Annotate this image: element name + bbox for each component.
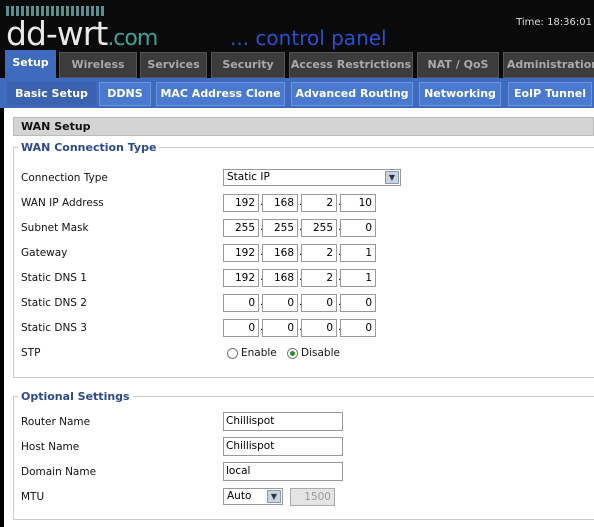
subtab-ddns[interactable]: DDNS <box>99 82 151 106</box>
ip-octet[interactable]: 255 <box>301 219 337 237</box>
subtab-networking[interactable]: Networking <box>419 82 501 106</box>
ip-octet[interactable]: 255 <box>223 219 259 237</box>
chevron-down-icon: ▼ <box>385 171 399 184</box>
ip-octet[interactable]: 0 <box>262 319 298 337</box>
ip-octet[interactable]: 0 <box>301 294 337 312</box>
domain-name-label: Domain Name <box>21 466 97 478</box>
tab-wireless[interactable]: Wireless <box>59 52 137 78</box>
connection-type-select[interactable]: Static IP ▼ <box>223 169 401 186</box>
host-name-label: Host Name <box>21 441 80 453</box>
stp-enable-radio[interactable]: Enable <box>227 344 277 362</box>
ip-octet[interactable]: 1 <box>340 269 376 287</box>
chevron-down-icon: ▼ <box>267 490 281 503</box>
ip-octet[interactable]: 0 <box>340 319 376 337</box>
dns2-label: Static DNS 2 <box>21 297 87 309</box>
wan-ip-label: WAN IP Address <box>21 197 104 209</box>
router-name-input[interactable]: Chillispot <box>223 412 343 431</box>
subnet-mask-label: Subnet Mask <box>21 222 89 234</box>
time-display: Time: 18:36:01 <box>516 17 592 28</box>
subtab-bar: Basic Setup DDNS MAC Address Clone Advan… <box>0 78 594 108</box>
radio-icon <box>227 347 238 359</box>
tab-nat-qos[interactable]: NAT / QoS <box>417 52 499 78</box>
control-panel-title: ... control panel <box>230 26 387 50</box>
dns1-label: Static DNS 1 <box>21 272 87 284</box>
ip-octet[interactable]: 0 <box>340 294 376 312</box>
tab-access-restrictions[interactable]: Access Restrictions <box>289 52 413 78</box>
router-name-label: Router Name <box>21 416 91 428</box>
stp-disable-radio[interactable]: Disable <box>287 344 340 362</box>
dns3-label: Static DNS 3 <box>21 322 87 334</box>
ip-octet[interactable]: 168 <box>262 244 298 262</box>
subtab-eoip-tunnel[interactable]: EoIP Tunnel <box>508 82 592 106</box>
tab-administration[interactable]: Administration <box>503 52 594 78</box>
main-tabs: Setup Wireless Services Security Access … <box>0 50 594 78</box>
content-area: WAN Setup WAN Connection Type Connection… <box>4 108 594 527</box>
subtab-advanced-routing[interactable]: Advanced Routing <box>291 82 413 106</box>
subtab-mac-address-clone[interactable]: MAC Address Clone <box>156 82 285 106</box>
ip-octet[interactable]: 2 <box>301 244 337 262</box>
subtab-basic-setup[interactable]: Basic Setup <box>7 82 96 106</box>
connection-type-label: Connection Type <box>21 172 108 184</box>
tab-services[interactable]: Services <box>140 52 207 78</box>
wan-connection-legend: WAN Connection Type <box>21 141 157 154</box>
logo: dd-wrt.com <box>6 14 158 53</box>
ip-octet[interactable]: 1 <box>340 244 376 262</box>
ip-octet[interactable]: 2 <box>301 269 337 287</box>
mtu-mode-select[interactable]: Auto ▼ <box>223 488 283 505</box>
ip-octet[interactable]: 0 <box>223 294 259 312</box>
stp-label: STP <box>21 347 41 359</box>
radio-selected-icon <box>287 347 298 359</box>
gateway-label: Gateway <box>21 247 68 259</box>
tab-setup[interactable]: Setup <box>5 50 56 78</box>
mtu-label: MTU <box>21 491 45 503</box>
ip-octet[interactable]: 0 <box>340 219 376 237</box>
mtu-value-input: 1500 <box>290 488 335 506</box>
ip-octet[interactable]: 192 <box>223 269 259 287</box>
tab-security[interactable]: Security <box>211 52 285 78</box>
ip-octet[interactable]: 192 <box>223 244 259 262</box>
domain-name-input[interactable]: local <box>223 462 343 481</box>
section-title: WAN Setup <box>13 117 594 136</box>
optional-settings-legend: Optional Settings <box>21 390 130 403</box>
ip-octet[interactable]: 2 <box>301 194 337 212</box>
ip-octet[interactable]: 168 <box>262 194 298 212</box>
ip-octet[interactable]: 192 <box>223 194 259 212</box>
ip-octet[interactable]: 10 <box>340 194 376 212</box>
ip-octet[interactable]: 255 <box>262 219 298 237</box>
ip-octet[interactable]: 0 <box>262 294 298 312</box>
ip-octet[interactable]: 0 <box>301 319 337 337</box>
ip-octet[interactable]: 0 <box>223 319 259 337</box>
ip-octet[interactable]: 168 <box>262 269 298 287</box>
host-name-input[interactable]: Chillispot <box>223 437 343 456</box>
